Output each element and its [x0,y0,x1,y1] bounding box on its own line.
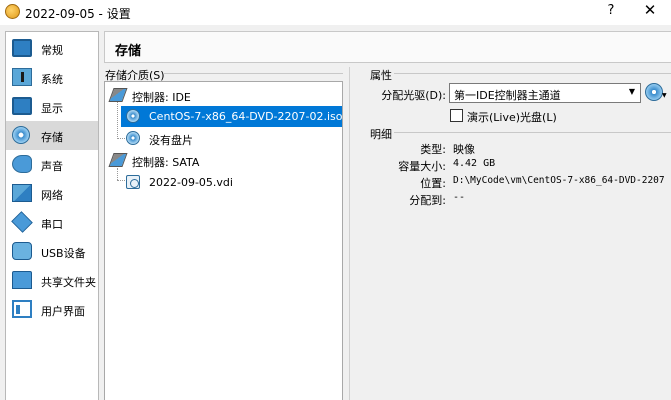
network-icon [12,184,32,202]
user-interface-icon [12,300,32,318]
tree-connector [117,102,118,139]
optical-disc-icon [126,131,140,145]
help-button[interactable]: ? [604,3,618,18]
sidebar-item-storage[interactable]: 存储 [6,121,98,150]
sidebar-item-network[interactable]: 网络 [6,179,98,208]
choose-disk-button[interactable] [645,83,663,101]
display-icon [12,97,32,115]
sidebar-item-label: 用户界面 [41,305,85,318]
monitor-icon [12,39,32,57]
storage-icon [12,126,30,144]
sidebar-item-display[interactable]: 显示 [6,92,98,121]
system-icon [12,68,32,86]
sidebar-item-label: 显示 [41,102,63,115]
live-cd-label[interactable]: 演示(Live)光盘(L) [467,109,557,125]
optical-drive-select[interactable]: 第一IDE控制器主通道 ▼ [449,83,641,103]
storage-group-divider [163,73,343,74]
tree-item-iso[interactable]: CentOS-7-x86_64-DVD-2207-02.iso [121,106,343,127]
attributes-section-title: 属性 [370,69,392,82]
sidebar-item-label: 网络 [41,189,63,202]
info-type-label: 类型: [420,143,446,156]
splitter[interactable] [349,67,357,400]
hard-disk-icon [126,175,140,189]
page-title: 存储 [115,44,142,59]
chevron-down-icon: ▼ [662,92,667,99]
optical-drive-value: 第一IDE控制器主通道 [454,89,561,102]
page-header: 存储 [104,31,671,63]
sidebar-item-label: USB设备 [41,247,86,260]
optical-disc-icon [126,109,140,123]
sidebar-item-audio[interactable]: 声音 [6,150,98,179]
sidebar-item-user-interface[interactable]: 用户界面 [6,295,98,324]
usb-icon [12,242,32,260]
tree-item-label: 控制器: SATA [132,156,200,169]
sidebar-item-system[interactable]: 系统 [6,63,98,92]
tree-item-label: 2022-09-05.vdi [149,176,233,189]
sidebar-item-label: 系统 [41,73,63,86]
attributes-divider [394,73,671,74]
controller-icon [108,88,128,102]
settings-sidebar: 常规 系统 显示 存储 声音 网络 串口 USB设备 共享文件夹 用户界面 [5,31,99,400]
tree-item-controller-sata[interactable]: 控制器: SATA [105,150,342,171]
virtualbox-app-icon [5,4,20,19]
sidebar-item-label: 常规 [41,44,63,57]
info-type-value: 映像 [453,143,475,156]
info-section-title: 明细 [370,128,392,141]
tree-connector [117,168,118,180]
serial-port-icon [11,211,33,233]
sidebar-item-label: 串口 [41,218,63,231]
info-location-value: D:\MyCode\vm\CentOS-7-x86_64-DVD-2207-0… [453,175,665,186]
tree-item-label: CentOS-7-x86_64-DVD-2207-02.iso [149,110,343,123]
title-bar: 2022-09-05 - 设置 ? ✕ [0,0,671,25]
info-attached-label: 分配到: [409,194,446,207]
tree-item-label: 没有盘片 [149,134,193,147]
info-attached-value: -- [453,192,466,203]
tree-item-label: 控制器: IDE [132,91,191,104]
sidebar-item-serial[interactable]: 串口 [6,208,98,237]
controller-icon [108,153,128,167]
sidebar-item-label: 声音 [41,160,63,173]
window-title: 2022-09-05 - 设置 [25,7,131,21]
tree-item-vdi[interactable]: 2022-09-05.vdi [121,172,342,193]
storage-tree[interactable]: 控制器: IDE CentOS-7-x86_64-DVD-2207-02.iso… [104,81,343,400]
chevron-down-icon: ▼ [628,87,635,96]
audio-icon [12,155,32,173]
info-size-label: 容量大小: [398,160,446,173]
info-divider [394,132,671,133]
sidebar-item-label: 存储 [41,131,63,144]
sidebar-item-general[interactable]: 常规 [6,34,98,63]
tree-item-controller-ide[interactable]: 控制器: IDE [105,85,342,106]
tree-item-empty-drive[interactable]: 没有盘片 [121,128,342,149]
sidebar-item-shared-folders[interactable]: 共享文件夹 [6,266,98,295]
live-cd-checkbox[interactable] [450,109,463,122]
info-size-value: 4.42 GB [453,158,496,169]
sidebar-item-label: 共享文件夹 [41,276,96,289]
info-location-label: 位置: [420,177,446,190]
close-button[interactable]: ✕ [640,1,660,19]
optical-drive-label: 分配光驱(D): [381,89,446,102]
shared-folder-icon [12,271,32,289]
sidebar-item-usb[interactable]: USB设备 [6,237,98,266]
